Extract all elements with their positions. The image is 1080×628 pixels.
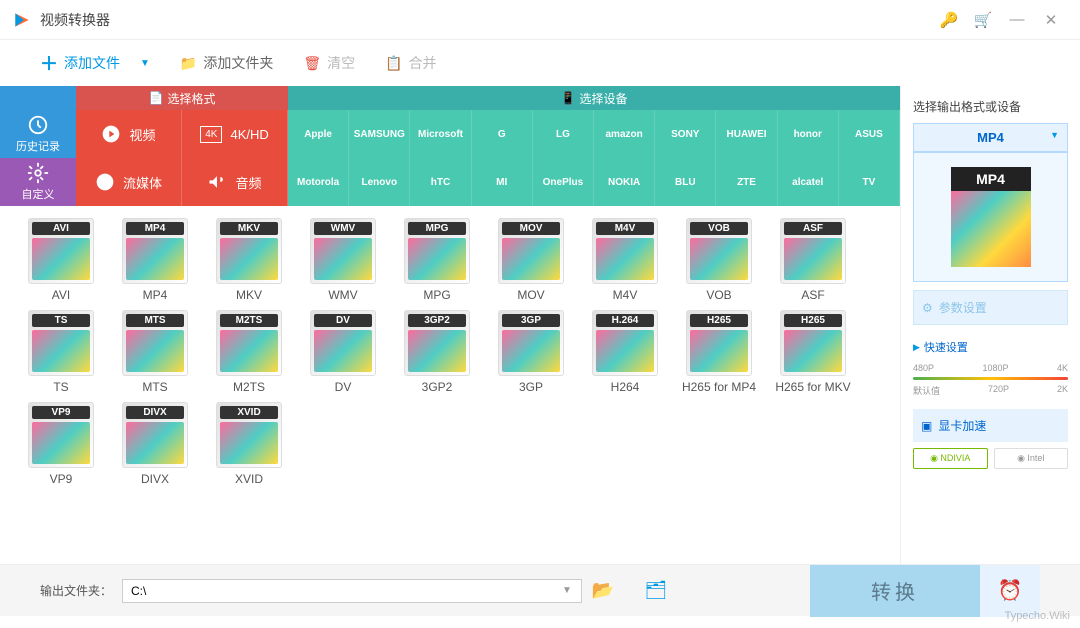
toolbar: ＋添加文件▼ 📁添加文件夹 🗑清空 📋合并 (0, 40, 1080, 86)
format-vob[interactable]: VOBVOB (676, 218, 762, 302)
brand-oneplus[interactable]: OnePlus (533, 158, 594, 206)
merge-button[interactable]: 📋合并 (385, 53, 436, 73)
param-settings-button[interactable]: ⚙参数设置 (913, 290, 1068, 325)
cart-icon[interactable]: 🛒 (966, 11, 1000, 29)
brand-amazon[interactable]: amazon (594, 110, 655, 158)
brand-microsoft[interactable]: Microsoft (410, 110, 471, 158)
format-dv[interactable]: DVDV (300, 310, 386, 394)
app-title: 视频转换器 (40, 10, 932, 30)
format-3gp[interactable]: 3GP3GP (488, 310, 574, 394)
quality-slider[interactable]: 480P1080P4K 默认值720P2K (913, 363, 1068, 397)
output-path-input[interactable] (122, 579, 582, 603)
format-avi[interactable]: AVIAVI (18, 218, 104, 302)
convert-button[interactable]: 转换 (810, 565, 980, 617)
register-icon[interactable]: 🔑 (932, 11, 966, 29)
output-format-select[interactable]: MP4 (913, 123, 1068, 152)
brand-tv[interactable]: TV (839, 158, 900, 206)
output-folder-label: 输出文件夹： (40, 582, 112, 599)
format-asf[interactable]: ASFASF (770, 218, 856, 302)
brand-motorola[interactable]: Motorola (288, 158, 349, 206)
format-h265-for-mp4[interactable]: H265H265 for MP4 (676, 310, 762, 394)
side-title: 选择输出格式或设备 (913, 98, 1068, 115)
format-mkv[interactable]: MKVMKV (206, 218, 292, 302)
output-preview: MP4 (913, 152, 1068, 282)
brand-asus[interactable]: ASUS (839, 110, 900, 158)
format-3gp2[interactable]: 3GP23GP2 (394, 310, 480, 394)
add-folder-button[interactable]: 📁添加文件夹 (180, 53, 273, 73)
custom-button[interactable]: 自定义 (0, 158, 76, 206)
tab-format[interactable]: 📄选择格式 (76, 86, 288, 110)
brand-samsung[interactable]: SAMSUNG (349, 110, 410, 158)
format-wmv[interactable]: WMVWMV (300, 218, 386, 302)
category-4k[interactable]: 4K4K/HD (182, 110, 288, 158)
brand-alcatel[interactable]: alcatel (778, 158, 839, 206)
format-ts[interactable]: TSTS (18, 310, 104, 394)
format-m4v[interactable]: M4VM4V (582, 218, 668, 302)
format-mts[interactable]: MTSMTS (112, 310, 198, 394)
category-audio[interactable]: 音频 (182, 158, 288, 206)
brand-nokia[interactable]: NOKIA (594, 158, 655, 206)
brand-zte[interactable]: ZTE (716, 158, 777, 206)
schedule-icon[interactable]: ⏰ (980, 565, 1040, 617)
close-button[interactable]: ✕ (1034, 11, 1068, 29)
tab-device[interactable]: 📱选择设备 (288, 86, 900, 110)
open-folder-icon[interactable]: 📂 (592, 580, 614, 601)
add-file-button[interactable]: ＋添加文件▼ (40, 50, 150, 76)
format-grid: AVIAVIMP4MP4MKVMKVWMVWMVMPGMPGMOVMOVM4VM… (0, 206, 900, 564)
brand-g[interactable]: G (472, 110, 533, 158)
format-xvid[interactable]: XVIDXVID (206, 402, 292, 486)
minimize-button[interactable]: — (1000, 11, 1034, 28)
format-m2ts[interactable]: M2TSM2TS (206, 310, 292, 394)
quick-settings-label: 快速设置 (913, 339, 1068, 355)
brand-lg[interactable]: LG (533, 110, 594, 158)
brand-lenovo[interactable]: Lenovo (349, 158, 410, 206)
history-button[interactable]: 历史记录 (0, 110, 76, 158)
format-mov[interactable]: MOVMOV (488, 218, 574, 302)
brand-htc[interactable]: hTC (410, 158, 471, 206)
clear-button[interactable]: 🗑清空 (303, 53, 355, 73)
watermark: Typecho.Wiki (1005, 610, 1070, 622)
brand-apple[interactable]: Apple (288, 110, 349, 158)
brand-sony[interactable]: SONY (655, 110, 716, 158)
category-video[interactable]: 视频 (76, 110, 182, 158)
gpu-accel-button[interactable]: ▣显卡加速 (913, 409, 1068, 442)
intel-chip[interactable]: ◉ Intel (994, 448, 1069, 469)
format-h264[interactable]: H.264H264 (582, 310, 668, 394)
side-panel: 选择输出格式或设备 MP4 MP4 ⚙参数设置 快速设置 480P1080P4K… (900, 86, 1080, 564)
format-h265-for-mkv[interactable]: H265H265 for MKV (770, 310, 856, 394)
format-divx[interactable]: DIVXDIVX (112, 402, 198, 486)
brand-honor[interactable]: honor (778, 110, 839, 158)
nvidia-chip[interactable]: ◉ NDIVIA (913, 448, 988, 469)
format-mp4[interactable]: MP4MP4 (112, 218, 198, 302)
category-stream[interactable]: 流媒体 (76, 158, 182, 206)
bottom-bar: 输出文件夹： ▼ 📂 🗂 转换 ⏰ (0, 564, 1080, 616)
format-mpg[interactable]: MPGMPG (394, 218, 480, 302)
browse-folder-icon[interactable]: 🗂 (644, 580, 667, 601)
format-vp9[interactable]: VP9VP9 (18, 402, 104, 486)
titlebar: 视频转换器 🔑 🛒 — ✕ (0, 0, 1080, 40)
app-logo-icon (12, 10, 32, 30)
brand-huawei[interactable]: HUAWEI (716, 110, 777, 158)
brand-blu[interactable]: BLU (655, 158, 716, 206)
brand-mi[interactable]: MI (472, 158, 533, 206)
